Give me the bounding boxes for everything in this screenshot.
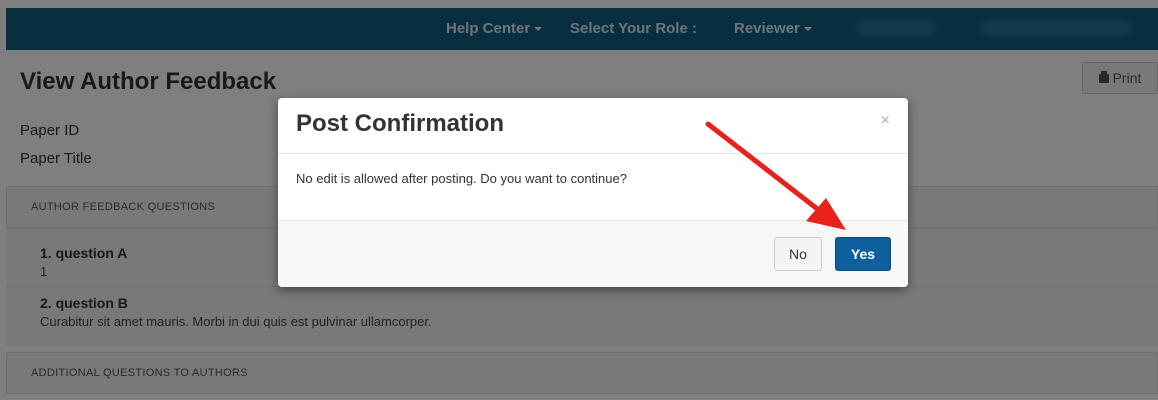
- modal-footer: No Yes: [278, 220, 908, 287]
- yes-button[interactable]: Yes: [835, 237, 891, 271]
- modal-header: Post Confirmation ×: [278, 98, 908, 154]
- no-button[interactable]: No: [774, 237, 822, 271]
- modal-title: Post Confirmation: [296, 110, 504, 137]
- modal-message: No edit is allowed after posting. Do you…: [296, 171, 627, 186]
- close-icon[interactable]: ×: [881, 112, 890, 130]
- post-confirmation-dialog: Post Confirmation × No edit is allowed a…: [278, 98, 908, 287]
